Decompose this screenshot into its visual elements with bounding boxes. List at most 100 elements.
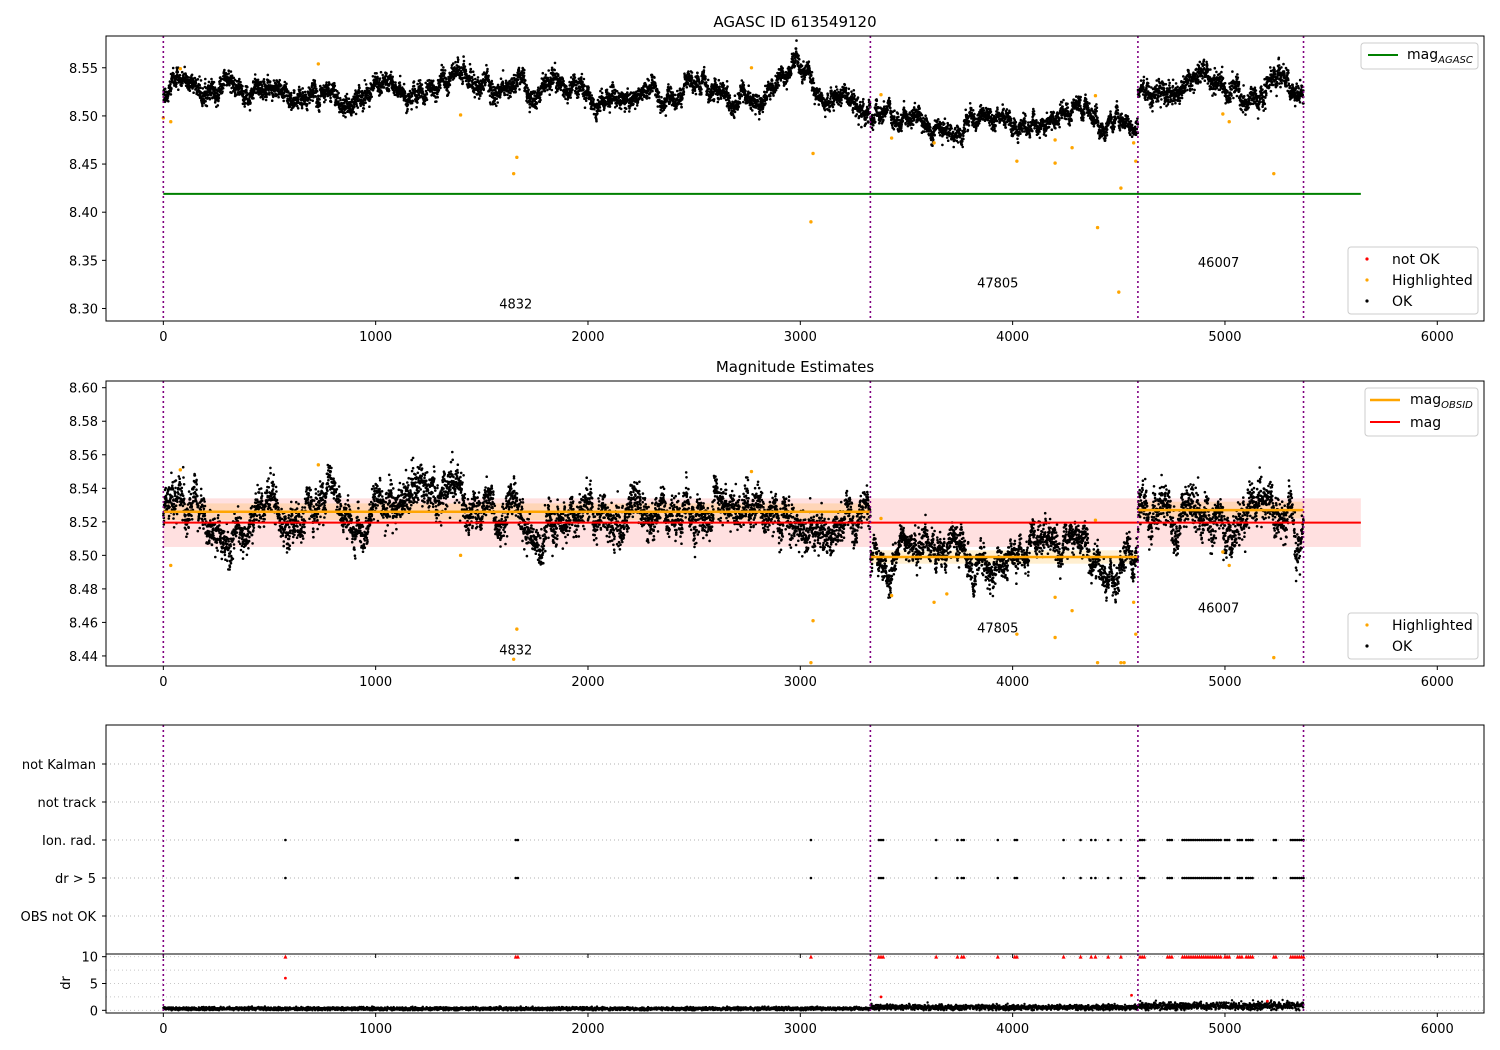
ok-point bbox=[860, 125, 863, 129]
ok-point bbox=[608, 111, 612, 114]
ok-point bbox=[461, 80, 465, 83]
ok-point bbox=[747, 84, 750, 87]
ok-point bbox=[443, 69, 447, 72]
ok-point bbox=[402, 82, 406, 86]
ok-point bbox=[462, 55, 465, 58]
ok-point bbox=[751, 109, 754, 112]
ok-point bbox=[793, 64, 797, 68]
ok-point bbox=[693, 89, 697, 92]
ok-point bbox=[728, 94, 732, 97]
ok-point bbox=[296, 107, 300, 110]
ok-point bbox=[700, 88, 703, 91]
ok-point bbox=[514, 86, 517, 90]
ok-point bbox=[587, 86, 590, 89]
ok-point bbox=[862, 97, 865, 101]
ok-point bbox=[635, 104, 639, 107]
ok-point bbox=[227, 72, 231, 75]
ok-point bbox=[213, 86, 217, 89]
ok-point bbox=[270, 99, 274, 102]
ok-point bbox=[266, 73, 270, 77]
ok-point bbox=[290, 91, 293, 95]
ok-point bbox=[765, 97, 769, 101]
ok-point bbox=[682, 93, 686, 96]
ok-point bbox=[238, 77, 241, 81]
ok-point bbox=[656, 105, 660, 108]
ok-point bbox=[769, 94, 772, 98]
ok-point bbox=[843, 83, 847, 86]
ok-point bbox=[204, 99, 207, 103]
ok-point bbox=[203, 82, 207, 85]
ok-point bbox=[372, 87, 376, 90]
ok-point bbox=[495, 104, 498, 108]
ok-point bbox=[337, 91, 340, 95]
ok-point bbox=[764, 102, 767, 105]
ok-point bbox=[585, 96, 588, 100]
ok-point bbox=[902, 106, 906, 109]
panel-title-agasc: AGASC ID 613549120 bbox=[713, 13, 876, 31]
ok-point bbox=[581, 80, 584, 84]
ok-point bbox=[229, 70, 233, 73]
ok-point bbox=[632, 102, 635, 106]
ok-point bbox=[654, 84, 658, 87]
ok-point bbox=[490, 79, 494, 83]
ok-point bbox=[647, 79, 650, 82]
ok-point bbox=[391, 75, 395, 79]
ok-point bbox=[253, 73, 257, 76]
ok-point bbox=[832, 103, 836, 106]
ok-point bbox=[245, 88, 248, 92]
ok-point bbox=[600, 87, 603, 91]
ok-point bbox=[697, 75, 700, 79]
ok-point bbox=[818, 87, 821, 91]
ok-point bbox=[874, 120, 877, 124]
ok-point bbox=[217, 99, 220, 103]
ok-point bbox=[830, 89, 833, 92]
ok-point bbox=[871, 128, 875, 132]
ok-point bbox=[577, 93, 580, 96]
ok-point bbox=[892, 127, 896, 131]
ok-point bbox=[785, 88, 789, 91]
ok-point bbox=[499, 77, 503, 80]
ok-point bbox=[611, 81, 614, 84]
ok-point bbox=[664, 104, 668, 108]
ok-point bbox=[808, 66, 811, 70]
ok-point bbox=[364, 101, 367, 105]
ok-point bbox=[583, 84, 586, 88]
ok-point bbox=[858, 100, 862, 104]
ok-point bbox=[653, 76, 656, 79]
ok-point bbox=[697, 78, 701, 81]
ok-point bbox=[588, 91, 592, 94]
ok-point bbox=[811, 77, 815, 80]
ok-point bbox=[570, 91, 573, 94]
ok-point bbox=[308, 101, 311, 105]
ok-point bbox=[592, 98, 595, 102]
ok-point bbox=[293, 89, 296, 92]
ok-point bbox=[717, 98, 720, 101]
ok-point bbox=[304, 93, 308, 96]
ok-point bbox=[728, 96, 732, 100]
ok-point bbox=[911, 123, 915, 126]
ok-point bbox=[343, 111, 347, 115]
ok-point bbox=[198, 83, 201, 87]
ok-point bbox=[690, 76, 694, 79]
ok-point bbox=[742, 100, 745, 104]
ok-point bbox=[912, 119, 916, 122]
ok-point bbox=[479, 94, 482, 98]
ok-point bbox=[301, 91, 305, 94]
ok-point bbox=[812, 81, 816, 85]
ok-point bbox=[482, 88, 486, 92]
ok-point bbox=[547, 69, 550, 72]
ok-point bbox=[785, 79, 789, 83]
ok-point bbox=[823, 108, 827, 112]
ok-point bbox=[725, 80, 729, 83]
ok-point bbox=[807, 60, 811, 63]
ok-point bbox=[856, 96, 860, 99]
ok-point bbox=[252, 97, 255, 100]
ok-point bbox=[603, 106, 606, 110]
ok-point bbox=[882, 100, 886, 103]
ok-point bbox=[437, 88, 441, 92]
ok-point bbox=[460, 73, 464, 77]
ok-point bbox=[278, 78, 282, 82]
ok-point bbox=[523, 68, 526, 72]
ok-point bbox=[798, 58, 801, 61]
ok-point bbox=[392, 80, 395, 84]
